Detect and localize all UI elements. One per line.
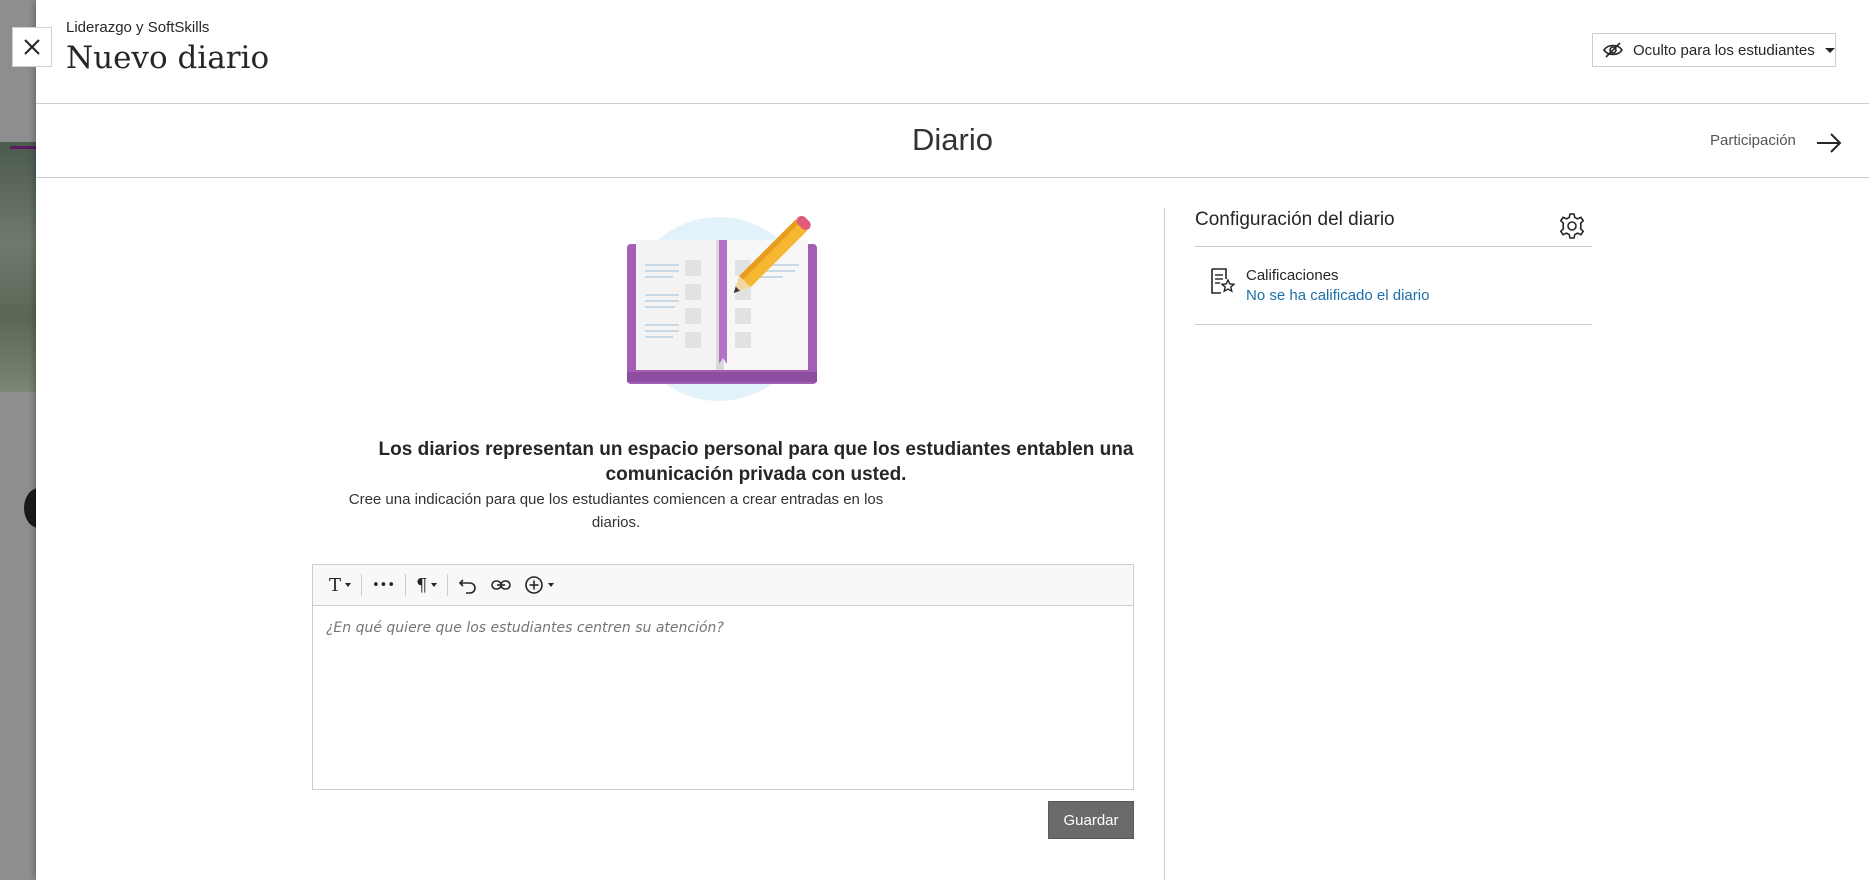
chevron-down-icon — [345, 583, 352, 587]
prompt-editor: T ••• ¶ — [312, 564, 1134, 790]
text-style-icon: T — [329, 574, 342, 596]
participation-link[interactable]: Participación — [1710, 132, 1796, 149]
undo-button[interactable] — [452, 570, 484, 600]
gear-icon[interactable] — [1558, 212, 1586, 240]
chevron-down-icon — [1824, 47, 1835, 53]
settings-title: Configuración del diario — [1195, 209, 1395, 230]
section-title: Diario — [912, 122, 993, 157]
arrow-right-icon[interactable] — [1814, 128, 1844, 158]
plus-circle-icon — [525, 576, 544, 594]
more-icon: ••• — [372, 577, 396, 593]
page-title: Nuevo diario — [66, 40, 270, 76]
toolbar-divider — [447, 574, 449, 596]
eye-slash-icon — [1603, 42, 1623, 58]
background-strip — [0, 0, 36, 880]
grades-value-link[interactable]: No se ha calificado el diario — [1246, 287, 1429, 304]
chevron-down-icon — [431, 583, 438, 587]
undo-icon — [459, 579, 477, 594]
visibility-dropdown[interactable]: Oculto para los estudiantes — [1592, 33, 1836, 67]
breadcrumb[interactable]: Liderazgo y SoftSkills — [66, 19, 209, 36]
more-options-button[interactable]: ••• — [366, 570, 401, 600]
chevron-down-icon — [548, 583, 555, 587]
paragraph-button[interactable]: ¶ — [410, 570, 443, 600]
gradebook-icon — [1211, 268, 1235, 294]
intro-heading: Los diarios representan un espacio perso… — [378, 439, 1134, 485]
prompt-input[interactable] — [313, 606, 1133, 789]
save-button[interactable]: Guardar — [1048, 801, 1134, 839]
panel-header: Liderazgo y SoftSkills Nuevo diario Ocul… — [36, 0, 1869, 104]
toolbar-divider — [361, 574, 363, 596]
new-journal-panel: Liderazgo y SoftSkills Nuevo diario Ocul… — [12, 0, 1869, 880]
grades-label: Calificaciones — [1246, 267, 1339, 284]
journal-illustration — [627, 215, 817, 401]
text-style-button[interactable]: T — [323, 570, 357, 600]
intro-subtext: Cree una indicación para que los estudia… — [348, 491, 884, 531]
background-banner-image — [0, 142, 36, 392]
visibility-label: Oculto para los estudiantes — [1633, 41, 1815, 59]
background-tab-indicator — [10, 146, 36, 149]
insert-link-button[interactable] — [484, 570, 518, 600]
close-button[interactable] — [12, 27, 52, 67]
close-icon — [24, 39, 40, 55]
toolbar-divider — [405, 574, 407, 596]
paragraph-icon: ¶ — [416, 574, 428, 596]
editor-toolbar: T ••• ¶ — [313, 565, 1133, 606]
link-icon — [491, 580, 512, 590]
panel-subheader: Diario Participación — [36, 104, 1869, 178]
grades-setting: Calificaciones No se ha calificado el di… — [1195, 247, 1592, 325]
insert-content-button[interactable] — [518, 570, 560, 600]
column-divider — [1164, 208, 1165, 880]
